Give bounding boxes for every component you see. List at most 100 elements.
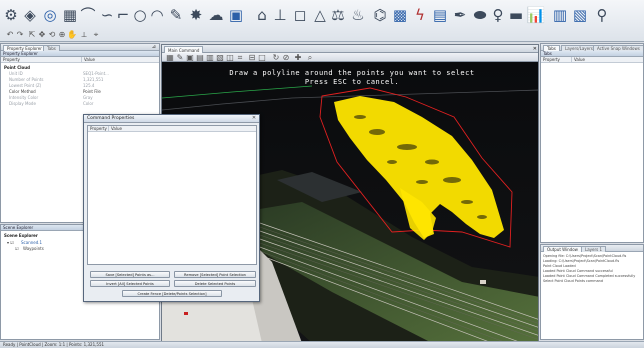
viewport-tabbar: Main Command ✕ xyxy=(162,45,538,53)
measure-icon[interactable]: ⟂ xyxy=(80,31,88,39)
undo-icon[interactable]: ↶ xyxy=(6,31,14,39)
front-view-icon[interactable]: ▤ xyxy=(196,53,204,62)
line-icon[interactable]: ⌒ xyxy=(80,6,96,24)
camera-icon[interactable]: ▦ xyxy=(166,53,174,62)
checkbox-icon[interactable]: ☑ xyxy=(15,246,19,251)
property-label: Color Method xyxy=(9,89,36,94)
move-icon[interactable]: ✥ xyxy=(38,31,46,39)
dialog-property-table[interactable]: Property Value xyxy=(87,125,257,265)
iso-view-icon[interactable]: ◫ xyxy=(226,53,234,62)
save-selected-button[interactable]: Save [Selected] Points as... xyxy=(90,271,170,278)
house-icon[interactable]: ⌂ xyxy=(254,6,270,24)
arc-icon[interactable]: ◠ xyxy=(150,6,164,24)
cloud-icon[interactable]: ☁ xyxy=(208,6,224,24)
triangle-icon[interactable]: ◻ xyxy=(292,6,308,24)
documents-icon[interactable]: ▥ xyxy=(552,6,568,24)
building xyxy=(480,280,486,284)
polyline-icon[interactable]: ⌐ xyxy=(116,6,130,24)
property-explorer-tabbar: Property Explorer Tabs ⊿ xyxy=(1,44,159,51)
prompt-line-1: Draw a polyline around the points you wa… xyxy=(229,69,475,77)
circle-icon[interactable]: ○ xyxy=(132,6,148,24)
right-panel-tabbar: Tabs Layers/Layers Active Snap Windows xyxy=(541,44,643,51)
table-icon[interactable]: ▣ xyxy=(228,6,244,24)
key-icon[interactable]: ✒ xyxy=(452,6,468,24)
property-column-header[interactable]: Property xyxy=(88,126,108,132)
shapes-icon[interactable]: ◈ xyxy=(22,6,38,24)
lasso-icon[interactable]: ⌗ xyxy=(236,53,244,62)
scene-item-scanned[interactable]: Scanned.1 xyxy=(21,240,42,245)
property-value: 1,321,551 xyxy=(83,77,104,82)
zoom-icon[interactable]: ⊕ xyxy=(58,31,66,39)
help-icon[interactable]: ♨ xyxy=(350,6,366,24)
crosshair-icon[interactable]: ✚ xyxy=(294,53,302,62)
scene-item-waypoints[interactable]: Waypoints xyxy=(23,246,44,251)
columns-icon[interactable]: ♀ xyxy=(492,6,504,24)
curve-icon[interactable]: ∽ xyxy=(100,6,114,24)
property-value: Color xyxy=(83,101,94,106)
redo-icon[interactable]: ↷ xyxy=(16,31,24,39)
tab-output-window[interactable]: Output Window xyxy=(543,246,582,252)
dialog-title[interactable]: Command Properties xyxy=(84,115,259,123)
remove-selection-button[interactable]: Remove [Selected] Point Selection xyxy=(174,271,256,278)
select-icon[interactable]: ⇱ xyxy=(28,31,36,39)
grid-icon[interactable]: ▦ xyxy=(62,6,78,24)
brush-icon[interactable]: ✎ xyxy=(168,6,184,24)
orbit-icon[interactable]: ↻ xyxy=(272,53,280,62)
create-fence-button[interactable]: Create Fence [Delete/Points Selection] xyxy=(122,290,222,297)
expand-icon[interactable]: ▾ ☑ xyxy=(7,240,14,245)
value-column-header[interactable]: Value xyxy=(81,57,159,63)
target-icon[interactable]: ◎ xyxy=(42,6,58,24)
lightning-icon[interactable]: ⌬ xyxy=(372,6,388,24)
bar-icon[interactable]: ⬬ xyxy=(472,6,488,24)
output-line: Opening file: C:\Users\Project\Scan\Poin… xyxy=(543,254,627,258)
scale-icon[interactable]: △ xyxy=(312,6,328,24)
property-value: SEQ1-Point... xyxy=(83,71,109,76)
clipboard-icon[interactable]: ▩ xyxy=(392,6,408,24)
pencil-icon[interactable]: ✎ xyxy=(176,53,184,62)
copy-icon[interactable]: ▧ xyxy=(572,6,588,24)
right-properties-panel: Tabs Layers/Layers Active Snap Windows T… xyxy=(540,43,644,243)
output-line: Loading: C:\Users\Project\Scan\PointClou… xyxy=(543,259,620,263)
value-column-header[interactable]: Value xyxy=(108,126,256,132)
tab-layers-1[interactable]: Layers 1 xyxy=(581,246,607,252)
property-value: Gray xyxy=(83,95,93,100)
snap-icon[interactable]: ⌖ xyxy=(92,31,100,39)
value-column-header[interactable]: Value xyxy=(571,57,643,63)
search-icon[interactable]: ⌕ xyxy=(306,53,314,62)
property-value[interactable]: Point File xyxy=(83,89,101,94)
property-column-header[interactable]: Property xyxy=(1,57,81,63)
chart-icon[interactable]: ⊥ xyxy=(272,6,288,24)
pin-icon[interactable]: ⊿ xyxy=(152,44,156,50)
side-view-icon[interactable]: ▥ xyxy=(206,53,214,62)
red-marker xyxy=(184,312,188,315)
output-line: Point Cloud Loaded xyxy=(543,264,576,268)
delete-points-button[interactable]: Delete Selected Points xyxy=(174,280,256,287)
property-column-header[interactable]: Property xyxy=(541,57,571,63)
pages-icon[interactable]: 📊 xyxy=(527,6,546,24)
fit-icon[interactable]: ▣ xyxy=(186,53,194,62)
ruler-icon[interactable]: ⊟ xyxy=(248,53,256,62)
layers-icon[interactable]: ▬ xyxy=(508,6,524,24)
link-icon[interactable]: ▤ xyxy=(432,6,448,24)
close-icon[interactable]: ✕ xyxy=(533,46,537,52)
top-view-icon[interactable]: ▧ xyxy=(216,53,224,62)
hide-icon[interactable]: ⊘ xyxy=(282,53,290,62)
tab-main-command[interactable]: Main Command xyxy=(164,46,204,53)
property-value: 125.4 xyxy=(83,83,95,88)
paint-icon[interactable]: ϟ xyxy=(412,6,428,24)
pan-icon[interactable]: ✋ xyxy=(67,31,77,39)
invert-selection-button[interactable]: Invert [All] Selected Points xyxy=(90,280,170,287)
wrench-icon[interactable]: ⚲ xyxy=(594,6,610,24)
section-point-cloud[interactable]: Point Cloud xyxy=(4,65,30,70)
box-icon[interactable]: □ xyxy=(258,53,266,62)
gear-icon[interactable]: ✸ xyxy=(188,6,204,24)
settings-icon[interactable]: ⚙ xyxy=(4,6,18,24)
network-icon[interactable]: ⚖ xyxy=(330,6,346,24)
ribbon-toolbar: ⚙ ◈ ◎ ▦ ⌒ ∽ ⌐ ○ ◠ ✎ ✸ ☁ ▣ ⌂ ⊥ ◻ △ ⚖ ♨ ⌬ … xyxy=(0,0,644,42)
property-label: Intensity Color xyxy=(9,95,39,100)
property-label: Display Mode xyxy=(9,101,36,106)
close-icon[interactable]: ✕ xyxy=(251,116,257,121)
rotate-icon[interactable]: ⟲ xyxy=(48,31,56,39)
output-window-panel: Output Window Layers 1 Opening file: C:\… xyxy=(540,244,644,340)
prompt-line-2: Press ESC to cancel. xyxy=(304,78,400,86)
